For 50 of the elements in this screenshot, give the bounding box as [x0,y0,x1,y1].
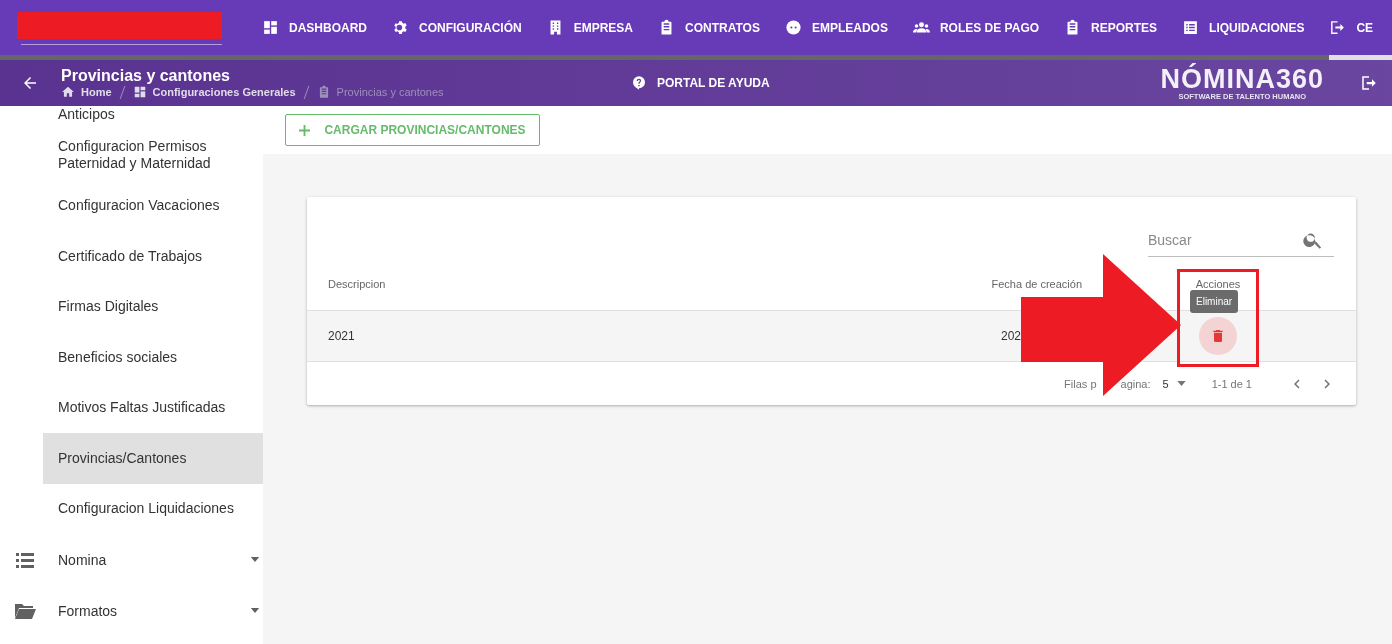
table-cell-text: 2021 [328,329,356,343]
column-header: Descripcion [328,277,387,290]
delete-button[interactable] [1199,317,1237,355]
caret-icon [250,608,260,613]
nav-tab[interactable]: ROLES DE PAGO [912,0,1040,60]
page-range: 1-1 de 1 [1211,377,1252,390]
search-field[interactable]: Buscar [1148,225,1298,255]
logout-icon[interactable] [1360,74,1378,92]
caret-icon [250,557,260,562]
logout-icon [1329,19,1347,36]
help-icon [631,75,647,91]
sidebar-group[interactable]: Nomina [0,534,263,585]
brand-name: NÓMINA360 [1160,65,1324,93]
sidebar-item[interactable]: Motivos Faltas Justificadas [0,382,263,433]
nav-tab[interactable]: EMPRESA [546,0,633,60]
nav-tab[interactable]: REPORTES [1064,0,1158,60]
sidebar-item[interactable]: Provincias/Cantones [43,433,263,484]
sidebar-item[interactable]: Beneficios sociales [0,332,263,383]
sidebar-item[interactable]: Certificado de Trabajos [0,231,263,282]
trash-icon [1210,328,1226,344]
home-icon [61,85,75,99]
nav-tab[interactable]: CONFIGURACIÓN [392,0,522,60]
tooltip: Eliminar [1190,290,1239,313]
column-header: Fecha de creación [990,277,1082,290]
page-title: Provincias y cantones [61,67,230,85]
rows-per-page-select[interactable]: 5 [1162,377,1186,390]
sidebar-item[interactable]: Configuracion Vacaciones [0,180,263,231]
nav-tab[interactable]: LIQUIDACIONES [1182,0,1305,60]
rows-per-page-label: Filas p [1064,377,1097,390]
dashboard-icon [262,19,279,36]
table-cell-text: 202 [1000,329,1023,343]
dashboard-icon [132,85,147,99]
breadcrumb-link[interactable]: Home [61,85,112,99]
help-portal-link[interactable]: PORTAL DE AYUDA [631,75,770,91]
plus-icon [299,124,311,136]
nav-tab[interactable]: EMPLEADOS [784,0,888,60]
breadcrumb-link[interactable]: Configuraciones Generales [132,85,296,99]
caret-icon [1176,381,1186,386]
nav-tab[interactable]: CONTRATOS [658,0,760,60]
face-icon [784,19,802,36]
sidebar-item[interactable]: Anticipos [0,106,263,130]
nav-tab[interactable]: DASHBOARD [262,0,367,60]
sidebar-item[interactable]: Configuracion Liquidaciones [0,483,263,534]
gear-icon [392,19,409,36]
list-icon [1182,19,1200,36]
sidebar-item[interactable]: Configuracion Permisos Paternidad y Maternidad [0,130,263,181]
sidebar-group[interactable]: Formatos [0,585,263,636]
sidebar-item[interactable]: Firmas Digitales [0,281,263,332]
rows-per-page-label: agina: [1120,377,1151,390]
column-header: Acciones [1194,277,1242,290]
